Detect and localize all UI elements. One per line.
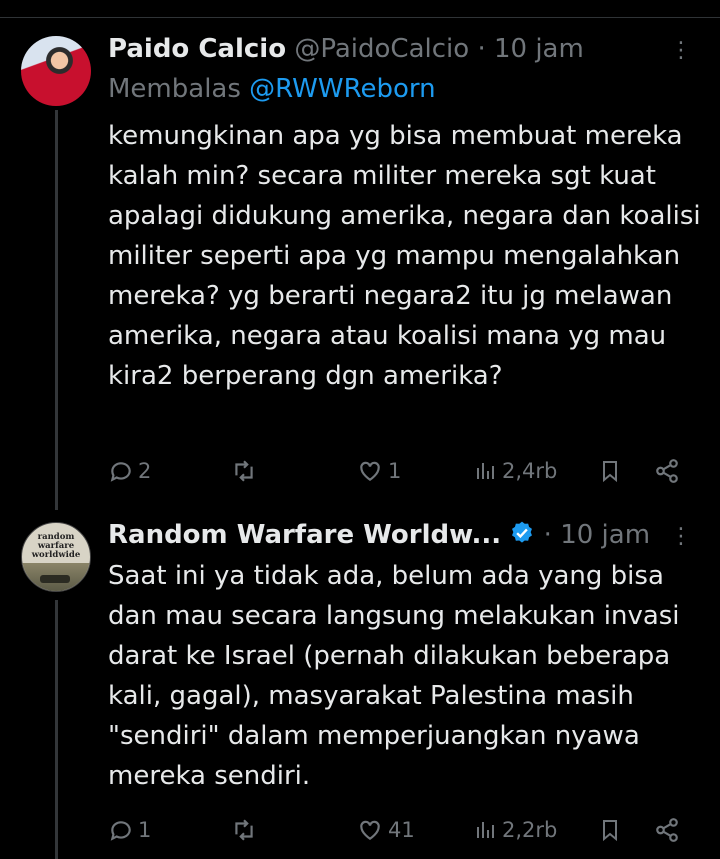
- tweet-actions: 1 41 2,2rb: [108, 815, 688, 845]
- tweet-text: Saat ini ya tidak ada, belum ada yang bi…: [108, 561, 680, 791]
- bookmark-button[interactable]: [598, 456, 622, 486]
- like-button[interactable]: 1: [356, 456, 401, 486]
- avatar-logo-text: random warfare worldwide: [31, 532, 81, 560]
- bookmark-icon: [603, 820, 617, 842]
- author-name[interactable]: Random Warfare Worldw...: [108, 520, 501, 550]
- like-count: 1: [388, 459, 402, 483]
- share-icon: [656, 818, 678, 842]
- reply-to-link[interactable]: @RWWReborn: [249, 74, 435, 104]
- like-count: 41: [388, 818, 415, 842]
- verified-icon: [512, 521, 533, 543]
- thread-connector: [55, 600, 58, 859]
- author-handle[interactable]: @PaidoCalcio: [294, 34, 469, 64]
- retweet-button[interactable]: [230, 456, 258, 486]
- more-icon[interactable]: ⋮: [670, 38, 692, 63]
- views-count: 2,4rb: [502, 459, 558, 483]
- views-icon: [477, 463, 494, 479]
- timestamp[interactable]: 10 jam: [494, 34, 584, 64]
- reply-button[interactable]: 1: [108, 815, 151, 845]
- tweet-actions: 2 1 2,4rb: [108, 456, 688, 486]
- reply-icon: [110, 821, 131, 841]
- separator: ·: [477, 34, 486, 64]
- share-button[interactable]: [654, 815, 680, 845]
- bookmark-button[interactable]: [598, 815, 622, 845]
- reply-count: 1: [138, 818, 152, 842]
- views-count: 2,2rb: [502, 818, 558, 842]
- like-icon: [360, 461, 380, 481]
- timestamp[interactable]: 10 jam: [560, 520, 650, 550]
- avatar[interactable]: random warfare worldwide: [21, 522, 91, 592]
- views-button[interactable]: 2,4rb: [474, 456, 557, 486]
- like-button[interactable]: 41: [356, 815, 415, 845]
- thread-connector: [55, 110, 58, 510]
- retweet-button[interactable]: [230, 815, 258, 845]
- views-icon: [477, 822, 494, 838]
- reply-icon: [110, 462, 131, 482]
- reply-context: Membalas @RWWReborn: [108, 73, 436, 105]
- avatar[interactable]: [21, 36, 91, 106]
- views-button[interactable]: 2,2rb: [474, 815, 557, 845]
- share-button[interactable]: [654, 456, 680, 486]
- retweet-icon: [235, 819, 253, 841]
- tweet-header: Paido Calcio @PaidoCalcio · 10 jam: [108, 33, 584, 65]
- separator: ·: [543, 520, 552, 550]
- reply-prefix: Membalas: [108, 74, 241, 104]
- like-icon: [360, 820, 380, 840]
- top-divider: [0, 17, 720, 18]
- reply-count: 2: [138, 459, 152, 483]
- avatar-scene: [22, 563, 90, 591]
- tweet-text: kemungkinan apa yg bisa membuat mereka k…: [108, 121, 701, 391]
- reply-button[interactable]: 2: [108, 456, 151, 486]
- more-icon[interactable]: ⋮: [670, 524, 692, 549]
- retweet-icon: [235, 460, 253, 482]
- author-name[interactable]: Paido Calcio: [108, 34, 286, 64]
- tweet-header: Random Warfare Worldw... · 10 jam: [108, 519, 650, 551]
- share-icon: [656, 459, 678, 483]
- bookmark-icon: [603, 461, 617, 483]
